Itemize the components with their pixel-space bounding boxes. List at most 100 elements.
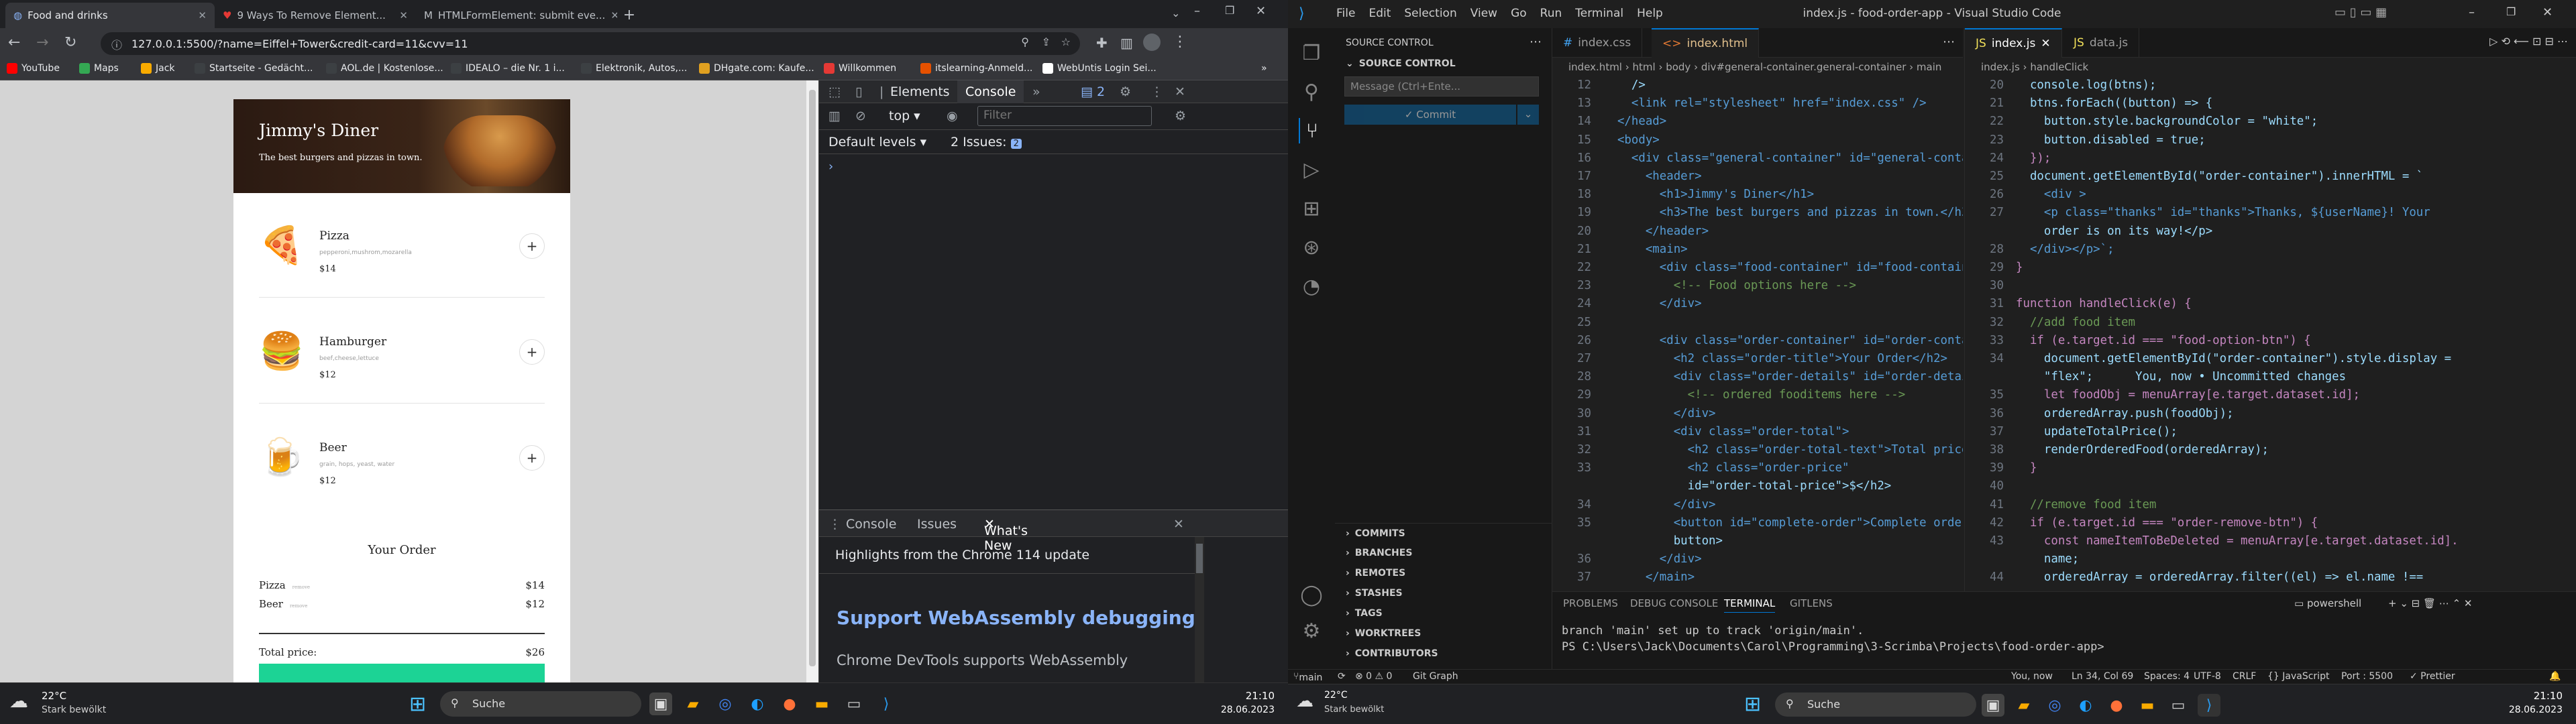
commit-button[interactable]: ✓ Commit: [1344, 105, 1516, 125]
source-control-icon[interactable]: ⑂: [1299, 118, 1324, 143]
tab-food-and-drinks[interactable]: ◍ Food and drinks ✕: [5, 3, 215, 28]
code-line[interactable]: 32 <h2 class="order-total-text">Total pr…: [1552, 441, 1963, 459]
sidepanel-icon[interactable]: ▥: [1120, 35, 1133, 51]
bookmark-idealo[interactable]: IDEALO – die Nr. 1 i...: [451, 63, 565, 74]
code-line[interactable]: 24 });: [1965, 149, 2576, 168]
code-line[interactable]: 33 if (e.target.id === "food-option-btn"…: [1965, 332, 2576, 350]
sync-icon[interactable]: ⟳: [1338, 671, 1346, 682]
accounts-icon[interactable]: ◯: [1299, 582, 1324, 607]
device-toolbar-icon[interactable]: ▯: [855, 84, 862, 99]
breadcrumb[interactable]: index.js › handleClick: [1965, 58, 2576, 76]
menu-file[interactable]: File: [1336, 7, 1355, 20]
kebab-menu-icon[interactable]: ⋮: [1150, 84, 1163, 99]
clock-date[interactable]: 28.06.2023: [2469, 705, 2563, 715]
add-food-button[interactable]: +: [519, 445, 545, 471]
code-line[interactable]: 41 //remove food item: [1965, 496, 2576, 514]
forward-icon[interactable]: →: [36, 34, 48, 51]
issues-link[interactable]: 2 Issues: 2: [951, 135, 1024, 149]
bookmark-webuntis[interactable]: WebUntis Login Sei...: [1042, 63, 1157, 74]
code-line[interactable]: 36 orderedArray.push(foodObj);: [1965, 405, 2576, 423]
code-line[interactable]: 40: [1965, 477, 2576, 495]
code-line[interactable]: 35 let foodObj = menuArray[e.target.data…: [1965, 386, 2576, 404]
code-line[interactable]: 17 <header>: [1552, 168, 1963, 186]
code-line[interactable]: order is on its way!</p>: [1965, 223, 2576, 241]
cursor-position[interactable]: Ln 34, Col 69: [2072, 671, 2133, 682]
close-drawer-icon[interactable]: ✕: [1173, 517, 1184, 532]
file-explorer-icon[interactable]: ▰: [2012, 694, 2035, 717]
branch-indicator[interactable]: ⑂ main: [1293, 671, 1322, 683]
feature-headline[interactable]: Support WebAssembly debugging: [837, 607, 1195, 629]
kebab-menu-icon[interactable]: ⋮: [1173, 34, 1187, 50]
code-line[interactable]: 34 </div>: [1552, 496, 1963, 514]
bookmark-youtube[interactable]: YouTube: [7, 63, 60, 74]
language-mode[interactable]: {} JavaScript: [2267, 671, 2329, 682]
share-icon[interactable]: ⇪: [1042, 36, 1051, 48]
code-line[interactable]: 16 <div class="general-container" id="ge…: [1552, 149, 1963, 168]
code-line[interactable]: 25 document.getElementById("order-contai…: [1965, 168, 2576, 186]
chrome-icon[interactable]: ◎: [2043, 694, 2066, 717]
code-line[interactable]: 37 updateTotalPrice();: [1965, 423, 2576, 441]
tab-index-html[interactable]: <> index.html: [1652, 28, 1760, 58]
remove-button[interactable]: remove: [292, 585, 310, 590]
profile-avatar[interactable]: [1143, 34, 1161, 51]
more-actions-icon[interactable]: ⋯: [1943, 35, 1955, 49]
code-line[interactable]: 32 //add food item: [1965, 314, 2576, 332]
bookmark-startseite[interactable]: Startseite - Gedächt...: [195, 63, 313, 74]
search-icon[interactable]: ⚲: [1299, 79, 1324, 105]
vscode-icon[interactable]: ⟩: [2198, 694, 2220, 717]
prettier-indicator[interactable]: ✓ Prettier: [2410, 671, 2455, 682]
levels-select[interactable]: Default levels ▾: [828, 135, 926, 149]
drawer-tab-console[interactable]: Console: [846, 517, 896, 532]
clear-console-icon[interactable]: ⊘: [855, 109, 866, 123]
edge-icon[interactable]: ◐: [2074, 694, 2097, 717]
code-line[interactable]: 26 <div >: [1965, 186, 2576, 204]
menu-run[interactable]: Run: [1540, 7, 1562, 20]
code-line[interactable]: 13 <link rel="stylesheet" href="index.cs…: [1552, 95, 1963, 113]
folder-icon[interactable]: ▬: [810, 692, 833, 715]
panel-actions[interactable]: + ⌄ ⊟ 🗑 ⋯ ⌃ ✕: [2388, 597, 2473, 609]
close-icon[interactable]: ✕: [2041, 37, 2050, 50]
code-line[interactable]: 38 renderOrderedFood(orderedArray);: [1965, 441, 2576, 459]
code-line[interactable]: 20 console.log(btns);: [1965, 76, 2576, 95]
sidebar-toggle-icon[interactable]: ▥: [828, 109, 841, 123]
panel-tab-gitlens[interactable]: GITLENS: [1790, 597, 1833, 609]
code-line[interactable]: 21 <main>: [1552, 241, 1963, 259]
tab-search-icon[interactable]: ⌄: [1171, 7, 1180, 19]
section-stashes[interactable]: › STASHES: [1335, 583, 1552, 603]
tab-htmlformelement[interactable]: M HTMLFormElement: submit eve... ✕: [416, 3, 617, 28]
code-area[interactable]: 20 console.log(btns); 21 btns.forEach((bu…: [1965, 76, 2576, 591]
menu-edit[interactable]: Edit: [1368, 7, 1391, 20]
git-graph-button[interactable]: Git Graph: [1413, 671, 1458, 682]
close-window-button[interactable]: ✕: [1256, 4, 1266, 18]
inspect-icon[interactable]: ⬚: [828, 84, 841, 99]
add-food-button[interactable]: +: [519, 233, 545, 259]
code-line[interactable]: "flex"; You, now • Uncommitted changes: [1965, 368, 2576, 386]
code-line[interactable]: 33 <h2 class="order-price": [1552, 459, 1963, 477]
minimize-button[interactable]: –: [2469, 5, 2475, 19]
minimize-button[interactable]: –: [1194, 4, 1200, 18]
task-view-icon[interactable]: ▣: [649, 692, 672, 715]
filter-input[interactable]: Filter: [977, 106, 1152, 126]
reload-icon[interactable]: ↻: [64, 34, 76, 51]
panel-tab-debug-console[interactable]: DEBUG CONSOLE: [1630, 597, 1718, 609]
maximize-button[interactable]: ❐: [1225, 4, 1234, 17]
scm-section[interactable]: ⌄ SOURCE CONTROL: [1335, 54, 1552, 74]
page-scrollbar[interactable]: [806, 80, 818, 682]
windows-start-icon[interactable]: ⊞: [1744, 692, 1761, 716]
code-line[interactable]: 29 <!-- ordered fooditems here -->: [1552, 386, 1963, 404]
section-commits[interactable]: › COMMITS: [1335, 523, 1552, 543]
code-line[interactable]: 26 <div class="order-container" id="orde…: [1552, 332, 1963, 350]
windows-start-icon[interactable]: ⊞: [409, 692, 426, 716]
bookmark-aol[interactable]: AOL.de | Kostenlose...: [326, 63, 443, 74]
code-line[interactable]: 29}: [1965, 259, 2576, 277]
tab-console[interactable]: Console: [957, 80, 1024, 103]
encoding[interactable]: UTF-8: [2194, 671, 2221, 682]
bookmark-jack[interactable]: Jack: [141, 63, 175, 74]
console-prompt-icon[interactable]: ›: [828, 160, 833, 174]
code-line[interactable]: 28 <div class="order-details" id="order-…: [1552, 368, 1963, 386]
terminal-icon[interactable]: ▭: [843, 692, 865, 715]
panel-tab-problems[interactable]: PROBLEMS: [1563, 597, 1618, 609]
code-line[interactable]: 31 function handleClick(e) {: [1965, 295, 2576, 313]
task-view-icon[interactable]: ▣: [1982, 694, 2004, 717]
code-line[interactable]: button>: [1552, 532, 1963, 550]
